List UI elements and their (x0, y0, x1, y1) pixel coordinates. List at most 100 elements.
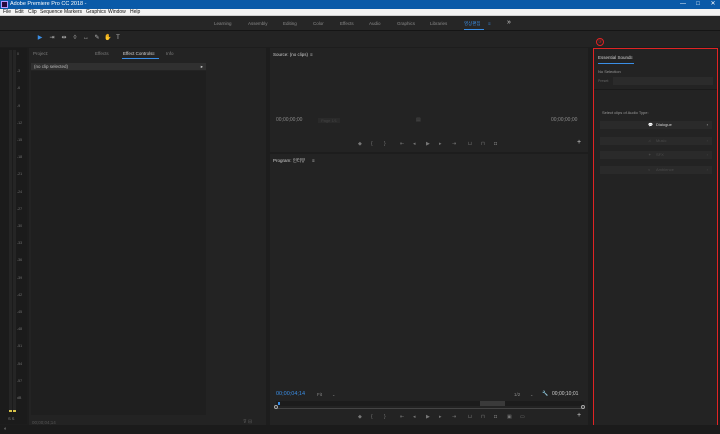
status-indicator-icon[interactable]: ◐ (4, 426, 7, 432)
extract-icon[interactable]: ⊓ (481, 414, 485, 420)
selection-tool-icon[interactable]: ▶ (37, 35, 43, 42)
essential-sound-menu-icon[interactable]: ≡ (630, 55, 633, 60)
hand-tool-icon[interactable]: ✋ (104, 35, 111, 42)
minimize-button[interactable]: — (676, 0, 690, 9)
audio-type-prompt: Select clips of Audio Type: (602, 110, 649, 115)
meter-tick-label: -57 (17, 378, 23, 383)
play-icon[interactable]: ▶ (426, 414, 430, 420)
go-to-in-icon[interactable]: ⇤ (400, 414, 404, 420)
step-forward-icon[interactable]: ▸ (439, 141, 442, 147)
fit-chevron-icon[interactable]: ⌄ (332, 392, 335, 397)
essential-sound-title[interactable]: Essential Sound (598, 55, 631, 60)
insert-icon[interactable]: ⊔ (468, 141, 472, 147)
close-button[interactable]: ✕ (706, 0, 720, 9)
chevron-right-icon: › (706, 122, 708, 127)
tab-menu-icon[interactable]: ≡ (152, 51, 155, 56)
program-fit-select[interactable]: Fit (317, 392, 322, 397)
menu-help[interactable]: Help (130, 9, 140, 16)
step-forward-icon[interactable]: ▸ (439, 414, 442, 420)
source-page-select[interactable]: Page 1/1 (318, 118, 341, 123)
ripple-edit-tool-icon[interactable]: ⇹ (61, 35, 67, 42)
workspace-audio[interactable]: Audio (369, 21, 381, 26)
mark-out-icon[interactable]: } (384, 141, 386, 147)
audio-meters-panel: 0 -3 -6 -9 -12 -15 -18 -21 -24 -27 -30 -33 -36 -39 -42… (0, 48, 27, 424)
mark-out-icon[interactable]: } (384, 414, 386, 420)
premiere-app-icon (1, 1, 8, 8)
expand-arrow-icon[interactable]: ▸ (201, 63, 203, 70)
workspace-menu-icon[interactable]: ≡ (488, 21, 491, 26)
lift-icon[interactable]: ⊔ (468, 414, 472, 420)
menu-markers[interactable]: Markers (64, 9, 82, 16)
razor-tool-icon[interactable]: ◊ (72, 35, 78, 42)
music-button[interactable]: ♫ Music › (600, 137, 712, 145)
workspace-effects[interactable]: Effects (340, 21, 354, 26)
menu-edit[interactable]: Edit (15, 9, 24, 16)
comparison-view-icon[interactable]: ▣ (507, 414, 512, 420)
scale-chevron-icon[interactable]: ⌄ (530, 392, 533, 397)
add-marker-icon[interactable]: ◆ (358, 414, 362, 420)
meter-tick-label: -3 (17, 69, 21, 74)
go-to-out-icon[interactable]: ⇥ (452, 141, 456, 147)
workspace-more-icon[interactable]: » (507, 19, 511, 26)
playhead-marker[interactable] (278, 402, 280, 405)
program-menu-icon[interactable]: ≡ (312, 158, 315, 163)
workspace-learning[interactable]: Learning (214, 21, 232, 26)
workspace-editing[interactable]: Editing (283, 21, 297, 26)
workspace-libraries[interactable]: Libraries (430, 21, 447, 26)
meter-tick-label: -30 (17, 224, 23, 228)
sfx-button[interactable]: ✦ SFX › (600, 151, 712, 159)
workspace-color[interactable]: Color (313, 21, 324, 26)
zoom-end-handle[interactable] (581, 405, 585, 409)
program-time-ruler[interactable] (276, 408, 584, 409)
preset-dropdown[interactable] (613, 77, 713, 85)
program-add-button[interactable]: + (577, 412, 581, 419)
section-divider (594, 89, 717, 90)
dialogue-button[interactable]: 💬 Dialogue › (600, 121, 712, 129)
add-marker-icon[interactable]: ◆ (358, 141, 362, 147)
export-frame-icon[interactable]: ◘ (494, 141, 497, 147)
meter-tick-label: -36 (17, 258, 23, 263)
source-add-button[interactable]: + (577, 139, 581, 146)
wrench-icon[interactable]: 🔧 (542, 391, 548, 397)
workspace-video-edit[interactable]: 영상편집 (464, 21, 481, 27)
program-zoom-bar[interactable] (276, 401, 584, 406)
source-timecode-current[interactable]: 00;00;00;00 (276, 117, 302, 123)
mark-in-icon[interactable]: { (371, 414, 373, 420)
tab-project[interactable]: Project: (33, 51, 48, 56)
track-select-tool-icon[interactable]: ⇥ (49, 35, 55, 42)
meter-tick-label: -51 (17, 344, 23, 349)
workspace-graphics[interactable]: Graphics (397, 21, 415, 26)
menu-sequence[interactable]: Sequence (40, 9, 63, 16)
step-back-icon[interactable]: ◂ (413, 141, 416, 147)
source-menu-icon[interactable]: ≡ (310, 52, 313, 57)
play-icon[interactable]: ▶ (426, 141, 430, 147)
maximize-button[interactable]: □ (691, 0, 705, 9)
workspace-assembly[interactable]: Assembly (248, 21, 268, 26)
menu-graphics[interactable]: Graphics (86, 9, 106, 16)
tab-effect-controls[interactable]: Effect Controls (123, 51, 152, 56)
ambience-button[interactable]: ≈ Ambience › (600, 166, 712, 174)
menu-window[interactable]: Window (108, 9, 126, 16)
meter-tick-label: -12 (17, 120, 23, 125)
go-to-in-icon[interactable]: ⇤ (400, 141, 404, 147)
menu-file[interactable]: File (3, 9, 11, 16)
slip-tool-icon[interactable]: ↔ (83, 35, 89, 42)
type-tool-icon[interactable]: T (115, 35, 121, 42)
overwrite-icon[interactable]: ⊓ (481, 141, 485, 147)
go-to-out-icon[interactable]: ⇥ (452, 414, 456, 420)
program-scale-select[interactable]: 1/2 (514, 392, 520, 397)
source-fit-icon[interactable]: ▤ (416, 117, 421, 123)
multi-camera-icon[interactable]: ▭ (520, 414, 525, 420)
export-frame-icon[interactable]: ◘ (494, 414, 497, 420)
tab-info[interactable]: Info (166, 51, 174, 56)
meter-solo-buttons[interactable]: S S (8, 416, 14, 421)
mark-in-icon[interactable]: { (371, 141, 373, 147)
meter-tick-label: -42 (17, 292, 23, 297)
step-back-icon[interactable]: ◂ (413, 414, 416, 420)
pen-tool-icon[interactable]: ✎ (94, 35, 100, 42)
program-timecode-current[interactable]: 00;00;04;14 (276, 391, 305, 397)
meter-tick-label: -54 (17, 361, 23, 366)
tab-effects[interactable]: Effects (95, 51, 109, 56)
menu-clip[interactable]: Clip (28, 9, 37, 16)
zoom-start-handle[interactable] (274, 405, 278, 409)
